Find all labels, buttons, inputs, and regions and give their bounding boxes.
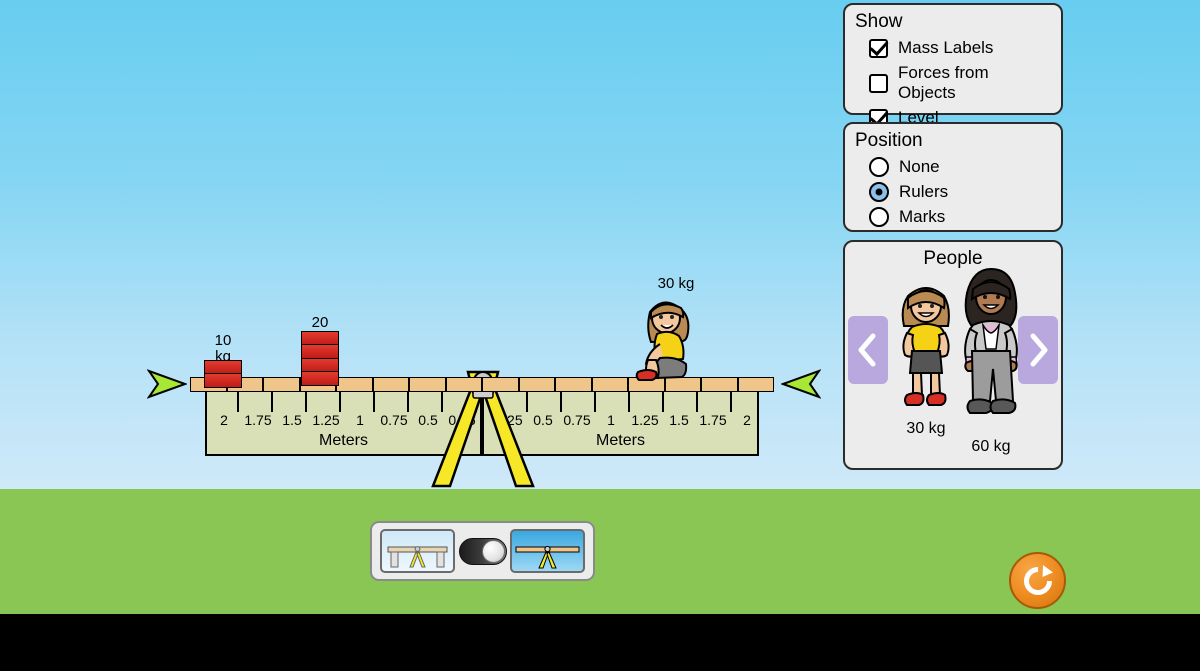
brick-stack-10kg[interactable] xyxy=(204,359,242,388)
ruler-tick-label: 1 xyxy=(607,412,615,428)
show-panel-title: Show xyxy=(855,11,903,32)
brick xyxy=(301,371,339,386)
ruler-tick-label: 1.75 xyxy=(699,412,727,428)
position-rulers-radio[interactable] xyxy=(869,182,889,202)
position-panel-title: Position xyxy=(855,130,923,151)
person-woman-weight: 60 kg xyxy=(971,438,1011,455)
ruler-tick-label: 1.5 xyxy=(669,412,689,428)
ruler-tick-label: 1.5 xyxy=(282,412,302,428)
level-indicator-arrow-right xyxy=(780,367,822,401)
forces-from-objects-checkbox[interactable] xyxy=(869,73,888,93)
show-panel: Show Mass Labels Forces from Objects Lev… xyxy=(843,3,1063,128)
position-panel: Position None Rulers Marks xyxy=(843,122,1063,232)
ruler-tick-label: 1.25 xyxy=(631,412,659,428)
checkbox-row-forces-from-objects[interactable]: Forces from Objects xyxy=(869,63,1051,103)
ruler-tick-label: 1 xyxy=(356,412,364,428)
chevron-left-icon[interactable] xyxy=(848,316,888,384)
ruler-tick-label: 1.25 xyxy=(312,412,340,428)
reset-all-icon xyxy=(1023,564,1053,595)
checkbox-row-mass-labels[interactable]: Mass Labels xyxy=(869,38,1051,58)
level-indicator-arrow-left xyxy=(146,367,188,401)
ruler-tick-label: 2 xyxy=(743,412,751,428)
toggle-knob[interactable] xyxy=(481,539,505,563)
simulation-screen: 2 1.75 1.5 1.25 1 0.75 0.5 0.25 Meters 0… xyxy=(0,0,1200,671)
mass-labels-label: Mass Labels xyxy=(898,38,994,57)
position-none-radio[interactable] xyxy=(869,157,889,177)
supports-off-icon[interactable] xyxy=(510,529,585,573)
support-columns-toggle[interactable] xyxy=(370,521,595,581)
navigation-bar: Balancing Act Intro xyxy=(0,614,1200,671)
supports-on-icon[interactable] xyxy=(380,529,455,573)
person-girl-on-plank[interactable] xyxy=(630,292,722,382)
ruler-tick-label: 0.75 xyxy=(380,412,408,428)
radio-row-none[interactable]: None xyxy=(869,157,1051,177)
mass-labels-checkbox[interactable] xyxy=(869,38,888,58)
position-marks-label: Marks xyxy=(899,207,946,226)
person-woman-thumbnail[interactable] xyxy=(953,267,1029,427)
ruler-tick-label: 1.75 xyxy=(244,412,272,428)
person-girl-thumbnail[interactable] xyxy=(890,280,962,418)
mass-label-person-30kg: 30 kg xyxy=(657,275,695,292)
radio-row-rulers[interactable]: Rulers xyxy=(869,182,1051,202)
position-none-label: None xyxy=(899,157,940,176)
supports-toggle-switch[interactable] xyxy=(458,537,507,565)
position-rulers-label: Rulers xyxy=(899,182,949,201)
person-girl-weight: 30 kg xyxy=(906,420,946,437)
position-marks-radio[interactable] xyxy=(869,207,889,227)
forces-from-objects-label: Forces from Objects xyxy=(898,63,989,102)
radio-row-marks[interactable]: Marks xyxy=(869,207,1051,227)
reset-all-button[interactable] xyxy=(1009,552,1066,609)
brick xyxy=(204,373,242,388)
ruler-tick-label: 2 xyxy=(220,412,228,428)
ruler-tick-label: 0.75 xyxy=(563,412,591,428)
people-panel: People 30 kg 60 kg xyxy=(843,240,1063,470)
brick-stack-20kg[interactable] xyxy=(301,330,339,386)
